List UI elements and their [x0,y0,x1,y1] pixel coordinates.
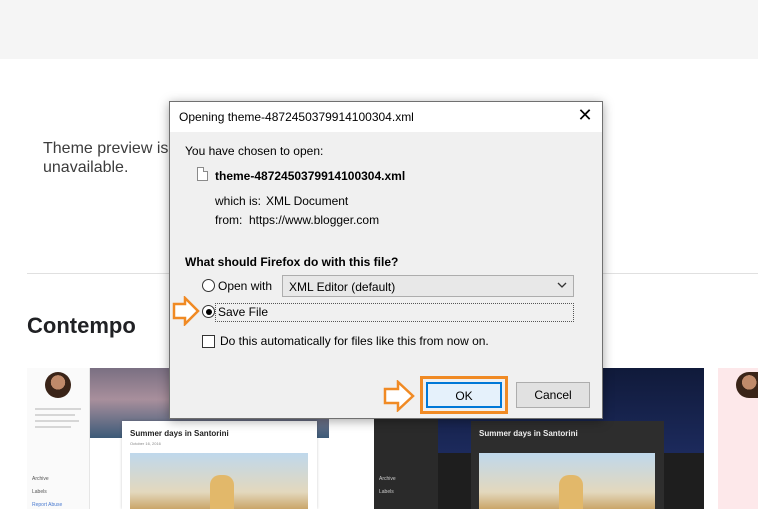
sidebar-menu-item: Archive [32,476,49,482]
source-url: https://www.blogger.com [249,213,380,227]
dialog-titlebar: Opening theme-4872450379914100304.xml ✕ [170,102,602,132]
file-open-dialog: Opening theme-4872450379914100304.xml ✕ … [169,101,603,419]
thumbnail-sidebar: Archive Labels Report Abuse [27,368,90,509]
save-file-focus-outline [215,303,574,322]
save-file-label[interactable]: Save File [218,305,268,319]
close-icon[interactable]: ✕ [568,102,602,132]
cancel-button[interactable]: Cancel [516,382,590,408]
sidebar-menu-item: Labels [32,489,47,495]
post-image [130,453,308,509]
ok-button[interactable]: OK [426,382,502,408]
document-icon [197,167,208,181]
auto-action-checkbox[interactable] [202,335,215,348]
theme-name-heading: Contempo [27,313,136,338]
arrow-right-icon [383,380,415,412]
chevron-down-icon [557,282,567,288]
from-label: from: [215,213,243,227]
avatar [45,372,71,398]
avatar [736,372,758,398]
dialog-title: Opening theme-4872450379914100304.xml [179,110,414,124]
sidebar-menu-item: Report Abuse [32,502,63,508]
sidebar-menu-item: Archive [379,476,396,482]
post-title: Summer days in Santorini [479,429,578,438]
open-with-radio[interactable] [202,279,215,292]
auto-action-label[interactable]: Do this automatically for files like thi… [220,334,489,348]
thumbnail-post-card: Summer days in Santorini [471,421,664,509]
arrow-right-icon [172,296,200,326]
post-date: October 16, 2016 [130,441,161,446]
post-image [479,453,655,509]
file-name: theme-4872450379914100304.xml [215,169,406,183]
save-file-radio[interactable] [202,305,215,318]
top-bar [0,0,758,59]
action-question: What should Firefox do with this file? [185,255,399,269]
chosen-to-open-label: You have chosen to open: [185,144,324,158]
post-title: Summer days in Santorini [130,429,229,438]
open-with-label[interactable]: Open with [218,279,272,293]
theme-thumbnail-pink[interactable] [718,368,758,509]
open-with-select[interactable]: XML Editor (default) [282,275,574,297]
open-with-selected-value: XML Editor (default) [289,280,396,294]
thumbnail-post-card: Summer days in Santorini October 16, 201… [122,421,317,509]
file-type-value: XML Document [266,194,349,208]
sidebar-menu-item: Labels [379,489,394,495]
which-is-label: which is: [215,194,262,208]
